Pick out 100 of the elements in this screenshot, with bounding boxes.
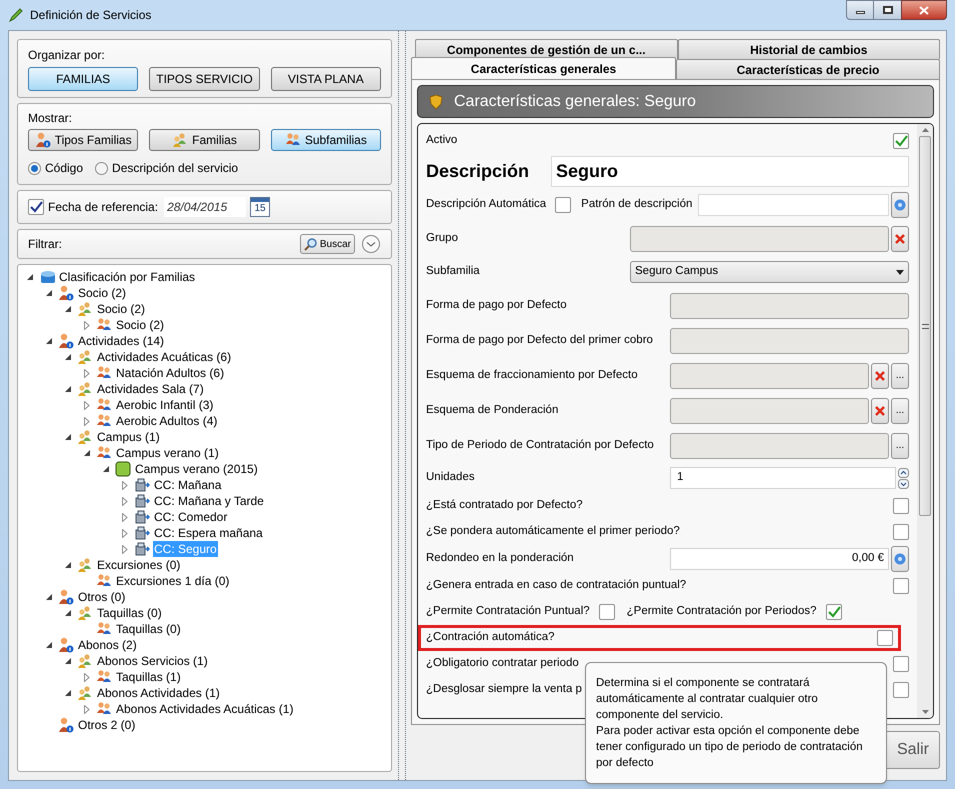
clear-button[interactable] <box>891 226 909 252</box>
tree-item[interactable]: Natación Adultos (6) <box>115 365 226 381</box>
scroll-down-icon[interactable] <box>922 710 928 714</box>
tree-item[interactable]: CC: Comedor <box>153 509 228 525</box>
tree-item[interactable]: Socio (2) <box>96 301 146 317</box>
expanded-arrow-icon[interactable] <box>46 594 53 600</box>
calendar-button[interactable]: 15 <box>250 197 270 217</box>
date-field[interactable]: 28/04/2015 <box>164 197 246 217</box>
tab[interactable]: Características generales <box>411 57 676 79</box>
tree-item[interactable]: Campus verano (2015) <box>134 461 259 477</box>
checkbox[interactable] <box>893 656 909 672</box>
tree-item[interactable]: Campus verano (1) <box>115 445 220 461</box>
tree-item[interactable]: Socio (2) <box>77 285 128 301</box>
radio-button[interactable] <box>28 162 41 174</box>
checkbox[interactable] <box>893 578 909 594</box>
spin-down-icon[interactable] <box>898 478 909 488</box>
search-button[interactable]: Buscar <box>300 234 355 254</box>
tree-item[interactable]: Aerobic Adultos (4) <box>115 413 218 429</box>
help-button[interactable] <box>891 546 909 572</box>
checkbox[interactable] <box>893 682 909 698</box>
units-field[interactable]: 1 <box>670 467 896 489</box>
expanded-arrow-icon[interactable] <box>46 290 53 296</box>
collapsed-arrow-icon[interactable] <box>84 368 90 378</box>
tree-item[interactable]: Taquillas (0) <box>115 621 182 637</box>
collapsed-arrow-icon[interactable] <box>122 480 128 490</box>
tree-item[interactable]: CC: Espera mañana <box>153 525 264 541</box>
tree-item[interactable]: Otros 2 (0) <box>77 717 136 733</box>
checkbox[interactable] <box>893 524 909 540</box>
expanded-arrow-icon[interactable] <box>46 642 53 648</box>
minimize-button[interactable] <box>846 0 874 20</box>
collapsed-arrow-icon[interactable] <box>84 320 90 330</box>
organize-button[interactable]: FAMILIAS <box>28 67 138 91</box>
organize-button[interactable]: TIPOS SERVICIO <box>149 67 260 91</box>
expanded-arrow-icon[interactable] <box>46 338 53 344</box>
expanded-arrow-icon[interactable] <box>65 610 72 616</box>
browse-button[interactable]: ... <box>891 432 909 458</box>
collapsed-arrow-icon[interactable] <box>84 704 90 714</box>
tree-item[interactable]: Abonos Actividades (1) <box>96 685 221 701</box>
expand-chevron-icon[interactable] <box>361 234 381 254</box>
pattern-field[interactable] <box>698 194 889 216</box>
expanded-arrow-icon[interactable] <box>103 466 110 472</box>
show-button[interactable]: Subfamilias <box>270 129 381 151</box>
expanded-arrow-icon[interactable] <box>84 450 91 456</box>
show-button[interactable]: Tipos Familias <box>28 129 138 151</box>
maximize-button[interactable] <box>874 0 901 20</box>
checkbox[interactable] <box>877 630 893 646</box>
scrollbar[interactable] <box>917 124 933 718</box>
radio-button[interactable] <box>95 162 108 174</box>
collapsed-arrow-icon[interactable] <box>84 416 90 426</box>
rounding-field[interactable]: 0,00 € <box>670 548 889 570</box>
collapsed-arrow-icon[interactable] <box>122 496 128 506</box>
expanded-arrow-icon[interactable] <box>65 690 72 696</box>
tree-item[interactable]: Actividades Acuáticas (6) <box>96 349 232 365</box>
tree-item[interactable]: Taquillas (1) <box>115 669 182 685</box>
collapsed-arrow-icon[interactable] <box>122 512 128 522</box>
collapsed-arrow-icon[interactable] <box>84 672 90 682</box>
close-button[interactable] <box>901 0 947 20</box>
expanded-arrow-icon[interactable] <box>65 354 72 360</box>
tree-item[interactable]: Actividades (14) <box>77 333 166 349</box>
tree-item[interactable]: CC: Mañana <box>153 477 222 493</box>
show-button[interactable]: Familias <box>149 129 260 151</box>
checkbox[interactable] <box>826 604 842 620</box>
tree-item[interactable]: Actividades Sala (7) <box>96 381 205 397</box>
tree-item[interactable]: Abonos Servicios (1) <box>96 653 209 669</box>
browse-button[interactable]: ... <box>891 398 909 424</box>
collapsed-arrow-icon[interactable] <box>122 528 128 538</box>
clear-button[interactable] <box>871 362 889 388</box>
expanded-arrow-icon[interactable] <box>65 434 72 440</box>
scroll-up-icon[interactable] <box>922 128 928 132</box>
tree-item[interactable]: Abonos Actividades Acuáticas (1) <box>115 701 294 717</box>
tree-item[interactable]: Excursiones (0) <box>96 557 182 573</box>
collapsed-arrow-icon[interactable] <box>84 400 90 410</box>
collapsed-arrow-icon[interactable] <box>122 544 128 554</box>
tree-item[interactable]: Aerobic Infantil (3) <box>115 397 214 413</box>
expanded-arrow-icon[interactable] <box>65 386 72 392</box>
expanded-arrow-icon[interactable] <box>65 658 72 664</box>
checkbox[interactable] <box>28 199 44 215</box>
expanded-arrow-icon[interactable] <box>27 274 34 280</box>
tree-item[interactable]: Clasificación por Familias <box>58 269 196 285</box>
tab[interactable]: Características de precio <box>676 59 940 79</box>
checkbox[interactable] <box>598 604 615 620</box>
checkbox[interactable] <box>555 196 572 212</box>
checkbox[interactable] <box>893 498 909 514</box>
tree-item[interactable]: Otros (0) <box>77 589 126 605</box>
tree-item[interactable]: Taquillas (0) <box>96 605 163 621</box>
tree-item[interactable]: Abonos (2) <box>77 637 138 653</box>
browse-button[interactable]: ... <box>891 362 909 388</box>
organize-button[interactable]: VISTA PLANA <box>270 67 381 91</box>
tree-item[interactable]: Excursiones 1 día (0) <box>115 573 230 589</box>
checkbox[interactable] <box>893 133 909 149</box>
description-field[interactable]: Seguro <box>551 156 909 186</box>
tab[interactable]: Componentes de gestión de un c... <box>415 39 678 59</box>
tab[interactable]: Historial de cambios <box>678 39 940 59</box>
expanded-arrow-icon[interactable] <box>65 306 72 312</box>
expanded-arrow-icon[interactable] <box>65 562 72 568</box>
spin-up-icon[interactable] <box>898 468 909 478</box>
subfamily-dropdown[interactable]: Seguro Campus <box>630 261 909 283</box>
tree-item[interactable]: CC: Mañana y Tarde <box>153 493 265 509</box>
clear-button[interactable] <box>871 398 889 424</box>
tree-item[interactable]: Campus (1) <box>96 429 161 445</box>
